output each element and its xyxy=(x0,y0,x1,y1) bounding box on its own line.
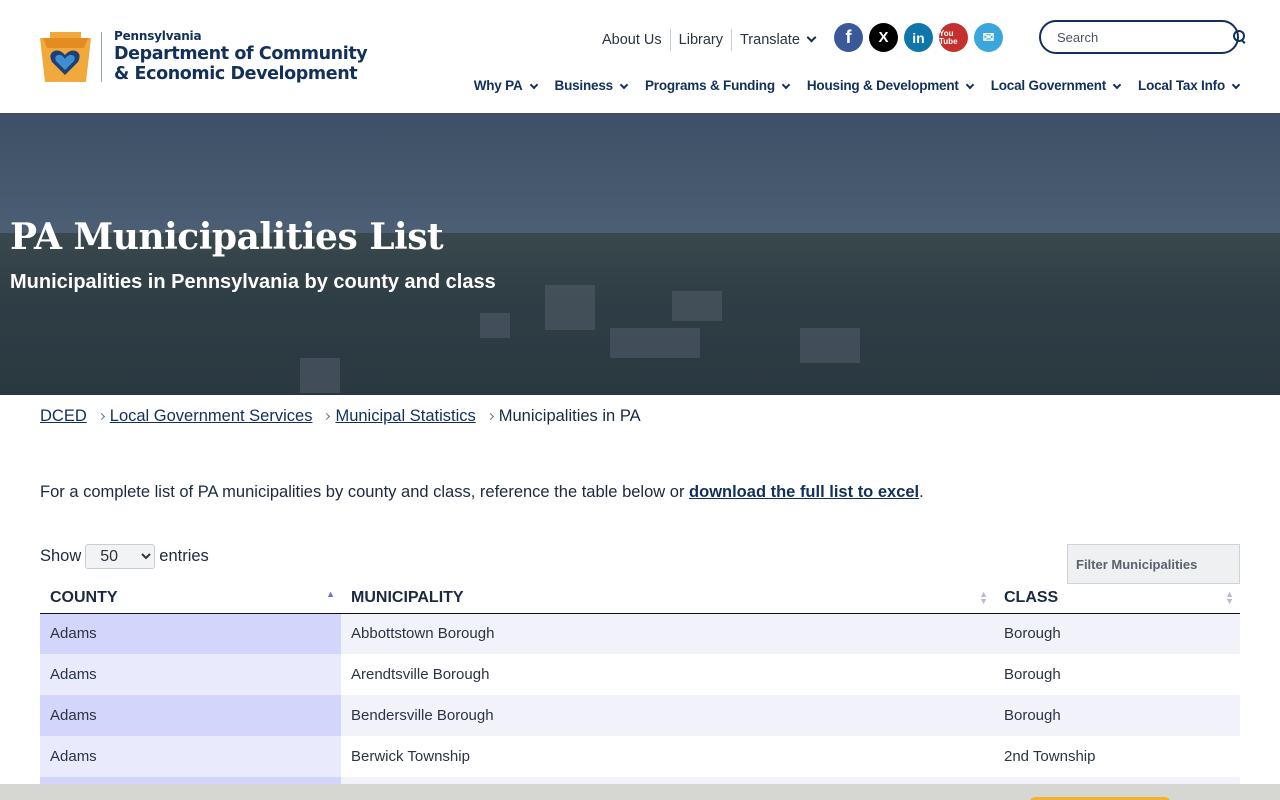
linkedin-icon[interactable]: in xyxy=(904,23,933,52)
facebook-icon[interactable]: f xyxy=(834,23,863,52)
nav-local-government[interactable]: Local Government xyxy=(991,78,1122,93)
table-row: Adams Abbottstown Borough Borough xyxy=(40,613,1240,654)
keystone-logo-icon xyxy=(40,32,91,82)
main-nav: Why PA Business Programs & Funding Housi… xyxy=(474,78,1241,93)
logo-text: Pennsylvania Department of Community & E… xyxy=(114,29,368,84)
chevron-down-icon xyxy=(806,32,817,43)
breadcrumb-municipal-statistics[interactable]: Municipal Statistics xyxy=(335,407,475,426)
breadcrumb-dced[interactable]: DCED xyxy=(40,407,87,426)
logo-line-2: Department of Community xyxy=(114,44,368,64)
breadcrumb-current: Municipalities in PA xyxy=(498,407,641,425)
utility-nav: About Us Library Translate xyxy=(594,29,823,51)
municipality-cell: Arendtsville Borough xyxy=(341,654,994,695)
chevron-right-icon xyxy=(97,412,105,421)
chevron-right-icon xyxy=(486,412,494,421)
municipality-cell: Abbottstown Borough xyxy=(341,613,994,654)
intro-paragraph: For a complete list of PA municipalities… xyxy=(40,483,924,501)
county-cell: Adams xyxy=(40,736,341,777)
sort-icon: ▲ ▼ xyxy=(1225,589,1234,606)
logo-line-1: Pennsylvania xyxy=(114,29,202,43)
nav-programs-funding[interactable]: Programs & Funding xyxy=(645,78,791,93)
dced-logo[interactable]: Pennsylvania Department of Community & E… xyxy=(40,29,368,84)
chevron-down-icon xyxy=(1231,80,1241,90)
table-row: Adams Berwick Township 2nd Township xyxy=(40,736,1240,777)
class-cell: 2nd Township xyxy=(994,736,1240,777)
show-label: Show xyxy=(40,547,82,565)
page-title: PA Municipalities List xyxy=(10,216,444,258)
translate-dropdown[interactable]: Translate xyxy=(732,29,823,51)
municipality-cell: Berwick Township xyxy=(341,736,994,777)
sort-ascending-icon: ▲ xyxy=(326,589,335,599)
chevron-down-icon xyxy=(619,80,629,90)
library-link[interactable]: Library xyxy=(671,29,732,51)
search-input[interactable] xyxy=(1057,29,1233,45)
column-header-county[interactable]: COUNTY ▲ xyxy=(40,584,341,614)
nav-local-tax-info[interactable]: Local Tax Info xyxy=(1138,78,1241,93)
youtube-icon[interactable]: You Tube xyxy=(939,23,968,52)
entries-select[interactable]: 50 xyxy=(85,544,156,569)
entries-control: Show 50 entries xyxy=(40,544,209,569)
nav-why-pa[interactable]: Why PA xyxy=(474,78,538,93)
class-cell: Borough xyxy=(994,654,1240,695)
entries-label: entries xyxy=(159,547,209,565)
site-header: Pennsylvania Department of Community & E… xyxy=(0,0,1280,113)
breadcrumb: DCED Local Government Services Municipal… xyxy=(40,407,641,426)
chevron-down-icon xyxy=(529,80,538,90)
page-subtitle: Municipalities in Pennsylvania by county… xyxy=(10,271,496,293)
chevron-down-icon xyxy=(781,80,791,90)
download-excel-link[interactable]: download the full list to excel xyxy=(689,483,919,501)
social-links: f X in You Tube ✉ xyxy=(834,23,1003,52)
class-cell: Borough xyxy=(994,613,1240,654)
table-row: Adams Bendersville Borough Borough xyxy=(40,695,1240,736)
county-cell: Adams xyxy=(40,613,341,654)
nav-housing-development[interactable]: Housing & Development xyxy=(807,78,974,93)
class-cell: Borough xyxy=(994,695,1240,736)
table-header-row: COUNTY ▲ MUNICIPALITY ▲ ▼ CLASS ▲ ▼ xyxy=(40,584,1240,614)
about-us-link[interactable]: About Us xyxy=(594,29,671,51)
chevron-down-icon xyxy=(1112,80,1122,90)
county-cell: Adams xyxy=(40,654,341,695)
sort-icon: ▲ ▼ xyxy=(979,589,988,606)
search-box xyxy=(1039,20,1245,54)
filter-municipalities-input[interactable] xyxy=(1067,544,1240,584)
county-cell: Adams xyxy=(40,695,341,736)
municipalities-table: COUNTY ▲ MUNICIPALITY ▲ ▼ CLASS ▲ ▼ Adams Abb… xyxy=(40,584,1240,800)
column-header-municipality[interactable]: MUNICIPALITY ▲ ▼ xyxy=(341,584,994,614)
nav-business[interactable]: Business xyxy=(555,78,629,93)
breadcrumb-local-government-services[interactable]: Local Government Services xyxy=(110,407,313,426)
chevron-right-icon xyxy=(323,412,331,421)
table-row: Adams Arendtsville Borough Borough xyxy=(40,654,1240,695)
hero-banner: PA Municipalities List Municipalities in… xyxy=(0,113,1280,395)
email-icon[interactable]: ✉ xyxy=(974,23,1003,52)
logo-divider xyxy=(101,32,102,82)
municipality-cell: Bendersville Borough xyxy=(341,695,994,736)
chevron-down-icon xyxy=(965,80,974,90)
column-header-class[interactable]: CLASS ▲ ▼ xyxy=(994,584,1240,614)
logo-line-3: & Economic Development xyxy=(114,64,358,84)
x-twitter-icon[interactable]: X xyxy=(869,23,898,52)
